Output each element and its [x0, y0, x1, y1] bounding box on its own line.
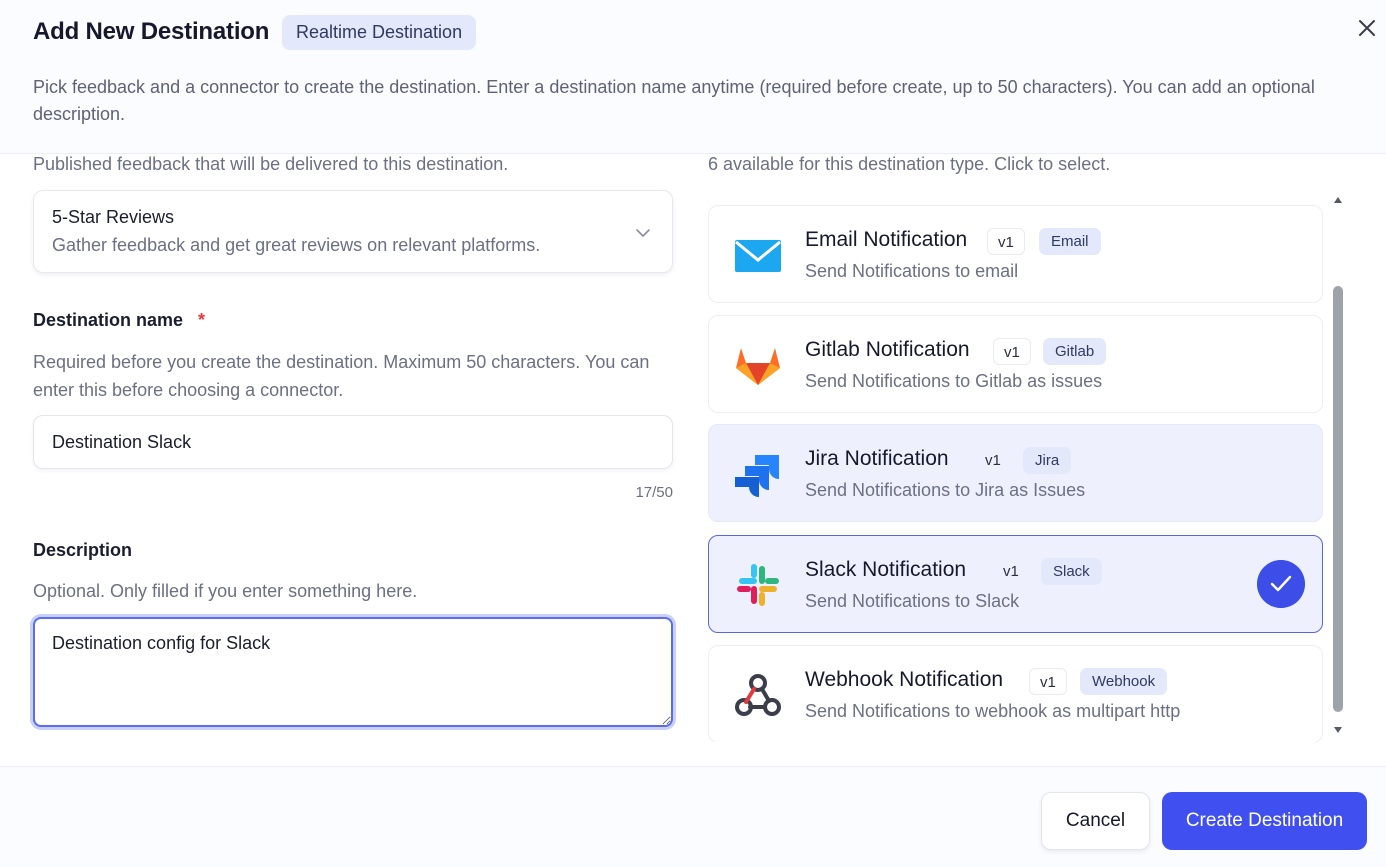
connector-description: Send Notifications to Slack: [805, 591, 1020, 611]
connector-version-badge: v1: [993, 338, 1031, 365]
modal-title: Add New Destination: [33, 18, 270, 45]
connector-version-badge: v1: [1029, 668, 1067, 695]
close-icon[interactable]: [1355, 16, 1379, 40]
connector-description: Send Notifications to Jira as Issues: [805, 480, 1086, 500]
connector-list-scrollbar[interactable]: [1330, 192, 1346, 742]
connector-title: Gitlab Notification: [805, 338, 970, 361]
feedback-helper-text: Published feedback that will be delivere…: [33, 154, 509, 174]
destination-name-label: Destination name: [33, 310, 184, 330]
create-destination-button[interactable]: Create Destination: [1162, 792, 1367, 850]
connector-title: Jira Notification: [805, 447, 949, 470]
connector-title: Email Notification: [805, 228, 968, 251]
connector-type-tag: Email: [1039, 228, 1101, 255]
destination-name-helper: Required before you create the destinati…: [33, 352, 650, 400]
connector-card-gitlab[interactable]: Gitlab Notification v1 Gitlab Send Notif…: [708, 315, 1323, 413]
description-textarea[interactable]: Destination config for Slack: [33, 617, 673, 727]
modal-header: Add New Destination Realtime Destination…: [0, 0, 1386, 154]
connector-description: Send Notifications to Gitlab as issues: [805, 371, 1103, 391]
destination-name-input[interactable]: [33, 415, 673, 469]
connector-description: Send Notifications to webhook as multipa…: [805, 701, 1181, 721]
connector-type-tag: Gitlab: [1043, 338, 1107, 365]
connector-card-slack[interactable]: Slack Notification v1 Slack Send Notific…: [708, 535, 1323, 633]
connectors-helper-text: 6 available for this destination type. C…: [708, 154, 1111, 174]
email-icon: [735, 240, 781, 272]
add-destination-modal: Add New Destination Realtime Destination…: [0, 0, 1386, 867]
webhook-icon: [735, 674, 781, 716]
feedback-selected-title: 5-Star Reviews: [52, 207, 175, 227]
cancel-button[interactable]: Cancel: [1041, 792, 1150, 850]
connector-version-badge: v1: [1003, 563, 1019, 580]
character-counter: 17/50: [635, 484, 673, 501]
connector-list: Email Notification v1 Email Send Notific…: [708, 192, 1350, 742]
destination-type-badge: Realtime Destination: [282, 15, 477, 50]
connector-type-tag: Slack: [1041, 558, 1102, 585]
chevron-down-icon: [636, 229, 650, 237]
scrollbar-thumb[interactable]: [1333, 286, 1343, 712]
connector-card-jira[interactable]: Jira Notification v1 Jira Send Notificat…: [708, 424, 1323, 522]
connector-version-badge: v1: [985, 452, 1001, 469]
connector-description: Send Notifications to email: [805, 261, 1019, 281]
scroll-up-arrow-icon[interactable]: [1332, 194, 1344, 206]
feedback-select[interactable]: 5-Star Reviews Gather feedback and get g…: [33, 190, 673, 273]
connector-title: Webhook Notification: [805, 668, 1004, 691]
slack-icon: [737, 564, 779, 606]
jira-icon: [735, 455, 779, 497]
required-indicator: *: [198, 310, 206, 330]
connector-type-tag: Jira: [1023, 447, 1072, 474]
connector-card-email[interactable]: Email Notification v1 Email Send Notific…: [708, 205, 1323, 303]
selected-check-icon: [1257, 560, 1305, 608]
description-helper: Optional. Only filled if you enter somet…: [33, 581, 418, 601]
connector-version-badge: v1: [987, 228, 1025, 255]
modal-subtitle: Pick feedback and a connector to create …: [33, 77, 1315, 124]
gitlab-icon: [736, 348, 780, 385]
feedback-selected-description: Gather feedback and get great reviews on…: [52, 235, 541, 255]
connector-card-webhook[interactable]: Webhook Notification v1 Webhook Send Not…: [708, 645, 1323, 742]
description-label: Description: [33, 540, 133, 560]
connector-type-tag: Webhook: [1080, 668, 1168, 695]
connector-title: Slack Notification: [805, 558, 967, 581]
scroll-down-arrow-icon[interactable]: [1332, 724, 1344, 736]
